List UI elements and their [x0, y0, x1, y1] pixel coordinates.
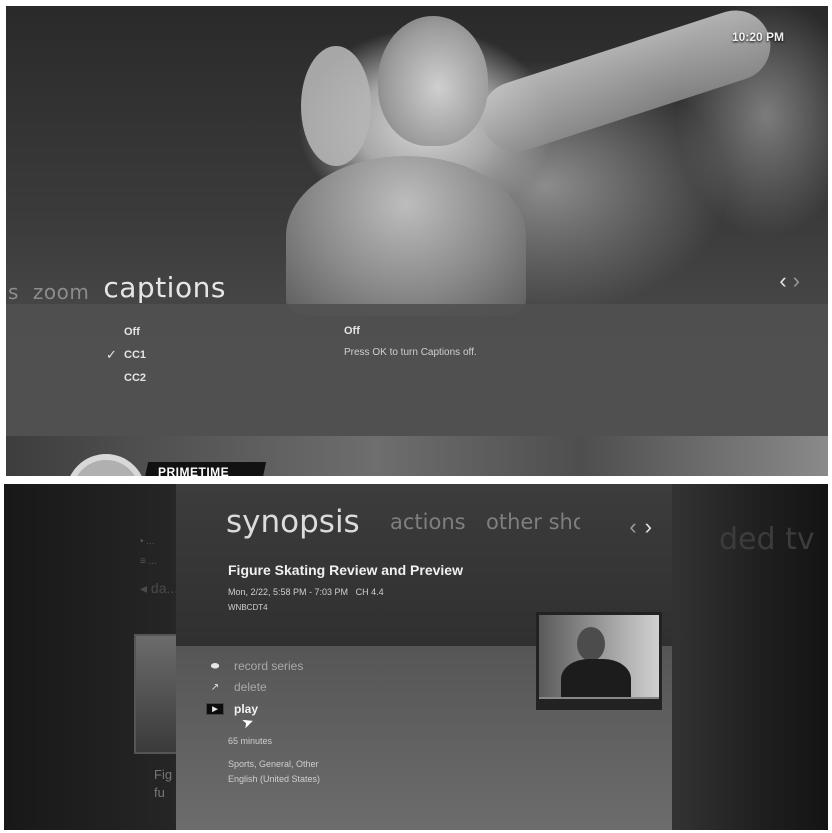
caption-detail-text: Press OK to turn Captions off.	[344, 347, 477, 358]
delete-icon: ↗	[210, 681, 220, 693]
check-icon: ✓	[106, 347, 117, 362]
preview-figure-head	[577, 627, 605, 661]
caption-detail-title: Off	[344, 325, 360, 337]
background-menu-item: ≡ ...	[140, 556, 157, 567]
action-label: delete	[234, 680, 267, 694]
captions-panel: Off ✓ CC1 CC2 Off Press OK to turn Capti…	[6, 304, 828, 436]
tab-previous-partial[interactable]: s	[8, 280, 19, 304]
tab-actions[interactable]: actions	[390, 510, 466, 534]
program-station: WNBCDT4	[228, 603, 268, 612]
menu-nav-arrows: ‹›	[779, 268, 806, 294]
tab-captions[interactable]: captions	[103, 271, 226, 304]
chevron-right-icon[interactable]: ›	[645, 514, 660, 539]
video-figure-hair	[301, 46, 371, 166]
background-menu-item: • ...	[140, 536, 155, 547]
dialog-nav-arrows: ‹›	[629, 514, 660, 540]
program-language: English (United States)	[228, 774, 321, 784]
background-thumbnail	[134, 634, 179, 754]
program-title: Figure Skating Review and Preview	[228, 562, 463, 578]
clock: 10:20 PM	[731, 30, 784, 44]
video-figure-head	[378, 16, 488, 146]
chevron-right-icon[interactable]: ›	[793, 268, 806, 293]
program-channel-number: CH 4.4	[355, 587, 384, 597]
video-player-panel: 10:20 PM s zoom captions ‹› Off ✓ CC1 CC…	[6, 6, 828, 476]
live-preview-window	[536, 612, 662, 710]
program-duration: 65 minutes	[228, 736, 273, 746]
record-icon: ⬬	[210, 660, 220, 672]
chevron-left-icon[interactable]: ‹	[779, 268, 792, 293]
action-label: record series	[234, 659, 304, 673]
preview-ticker	[539, 697, 659, 707]
chevron-left-icon[interactable]: ‹	[629, 514, 644, 539]
program-genre: Sports, General, Other	[228, 759, 319, 769]
caption-option-cc2[interactable]: CC2	[124, 372, 146, 384]
action-record-series[interactable]: ⬬ record series	[206, 659, 304, 673]
program-schedule: Mon, 2/22, 5:58 PM - 7:03 PM CH 4.4	[228, 587, 384, 597]
caption-option-off[interactable]: Off	[124, 326, 140, 338]
background-section-title: ded tv	[719, 522, 815, 557]
primetime-label: PRIMETIME	[158, 465, 230, 476]
program-info-screen: ded tv • ... ≡ ... ◂ da... Fig fu synops…	[4, 484, 828, 830]
tab-synopsis[interactable]: synopsis	[226, 504, 360, 540]
play-icon: ▶	[206, 703, 224, 715]
program-details-dialog: synopsis actions other sho ‹› Figure Ska…	[176, 484, 672, 830]
background-menu-item: ◂ da...	[140, 580, 179, 596]
caption-option-cc1[interactable]: CC1	[124, 349, 146, 361]
player-menu-tabs: s zoom captions	[6, 264, 828, 304]
background-thumb-caption: Fig fu	[154, 767, 173, 800]
tab-other-showings[interactable]: other sho	[486, 510, 580, 534]
tab-zoom[interactable]: zoom	[33, 280, 89, 304]
action-delete[interactable]: ↗ delete	[206, 680, 267, 694]
